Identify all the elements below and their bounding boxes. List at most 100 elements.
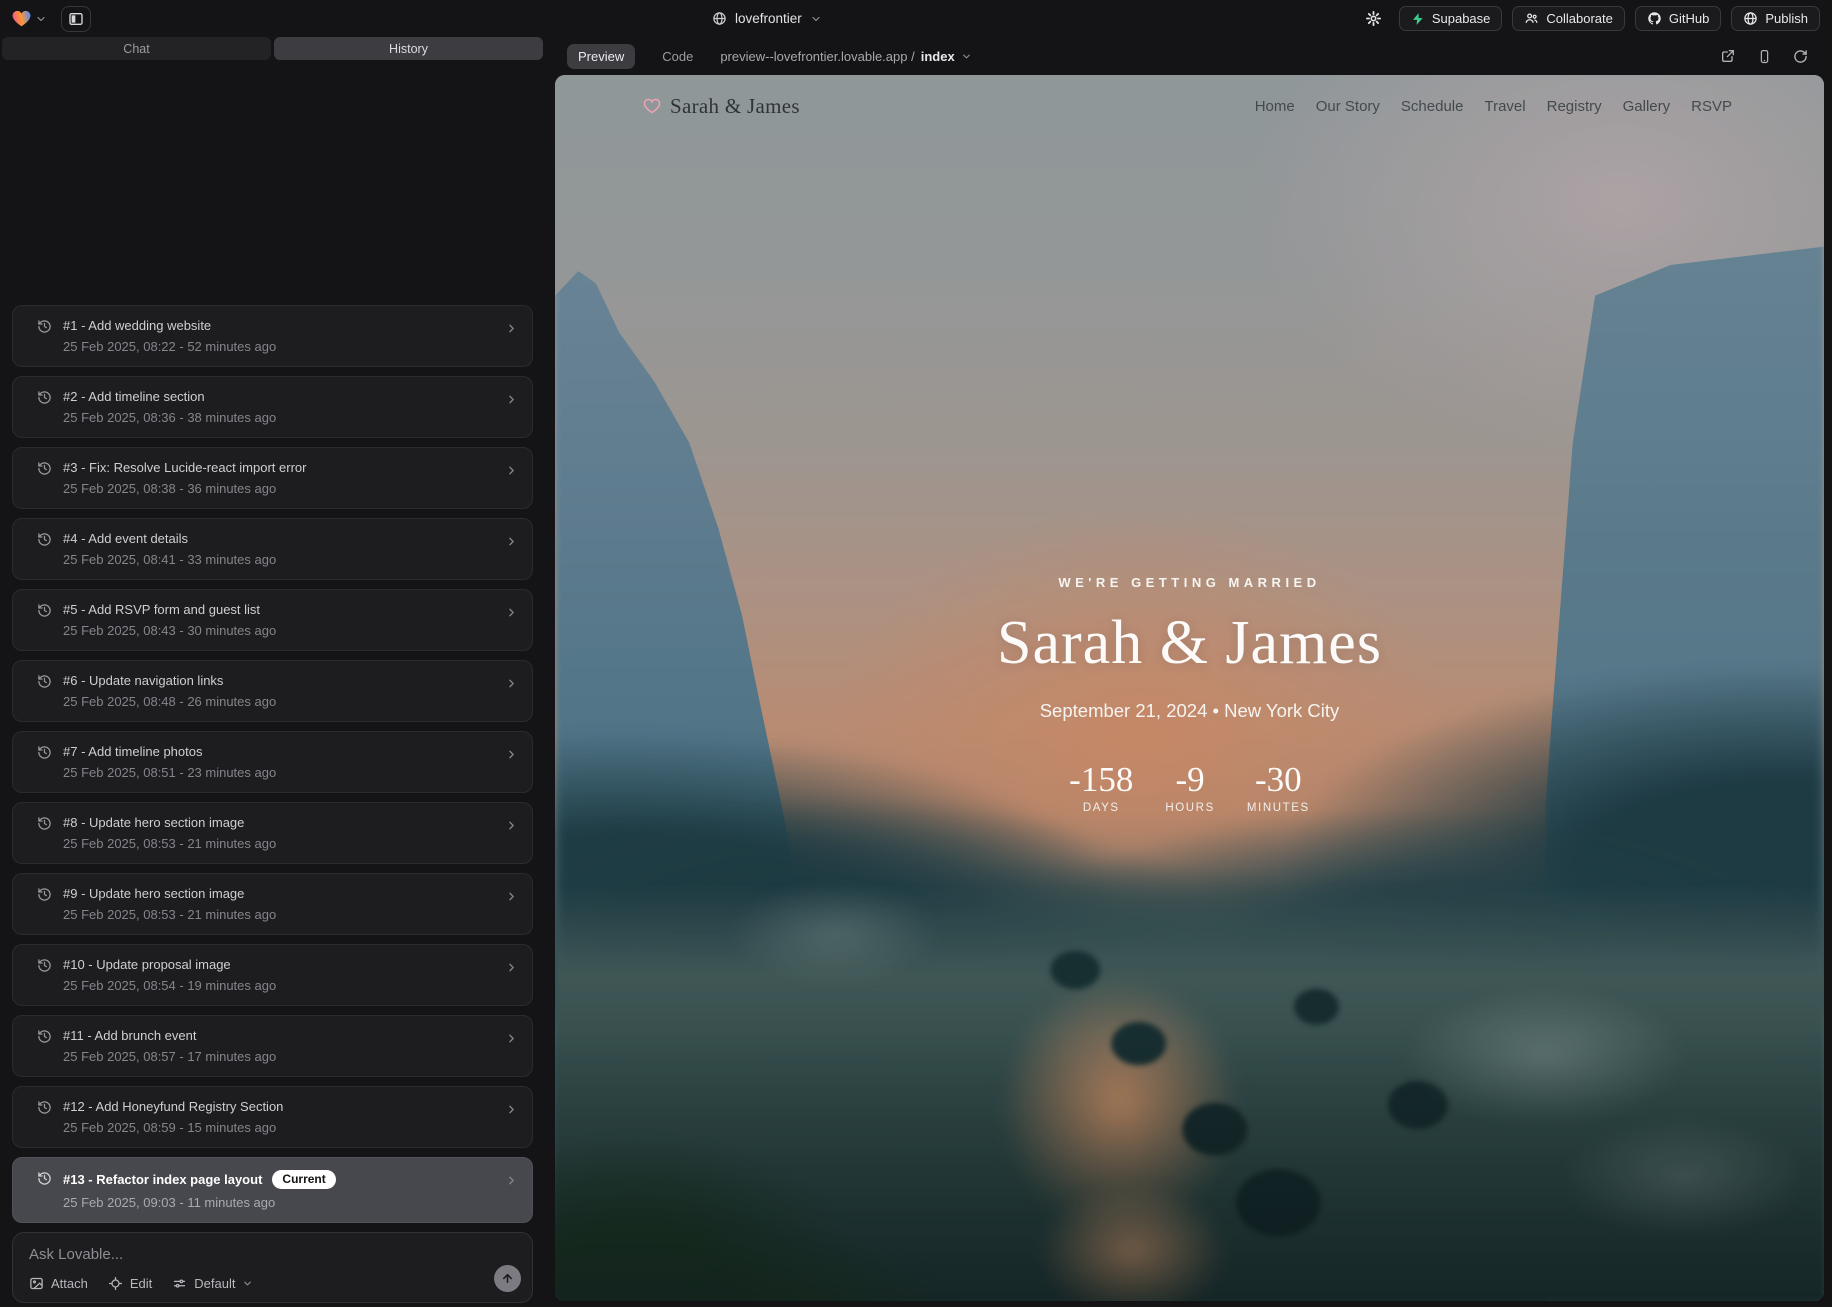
arrow-up-icon	[501, 1272, 514, 1285]
history-item[interactable]: #5 - Add RSVP form and guest list 25 Feb…	[12, 589, 533, 651]
history-item-body: #13 - Refactor index page layout Current…	[63, 1170, 336, 1210]
open-external-button[interactable]	[1720, 48, 1736, 64]
history-item[interactable]: #10 - Update proposal image 25 Feb 2025,…	[12, 944, 533, 1006]
history-item-timestamp: 25 Feb 2025, 08:53 - 21 minutes ago	[63, 907, 276, 922]
gear-icon	[1365, 10, 1382, 27]
prompt-composer[interactable]: Attach Edit Default	[12, 1232, 533, 1303]
sidebar-toggle-button[interactable]	[61, 6, 91, 32]
history-item-body: #6 - Update navigation links 25 Feb 2025…	[63, 673, 276, 709]
site-nav-link[interactable]: Home	[1255, 98, 1295, 115]
history-item-title: #10 - Update proposal image	[63, 957, 231, 972]
countdown-item: -158 DAYS	[1069, 762, 1133, 814]
history-item[interactable]: #7 - Add timeline photos 25 Feb 2025, 08…	[12, 731, 533, 793]
countdown-item: -9 HOURS	[1165, 762, 1215, 814]
history-item-title: #5 - Add RSVP form and guest list	[63, 602, 260, 617]
site-nav-link[interactable]: RSVP	[1691, 98, 1732, 115]
history-restore-icon	[37, 958, 52, 993]
history-item[interactable]: #3 - Fix: Resolve Lucide-react import er…	[12, 447, 533, 509]
site-nav-link[interactable]: Gallery	[1623, 98, 1671, 115]
history-restore-icon	[37, 319, 52, 354]
publish-button[interactable]: Publish	[1731, 6, 1820, 31]
prompt-input[interactable]	[29, 1246, 516, 1263]
history-item-body: #3 - Fix: Resolve Lucide-react import er…	[63, 460, 306, 496]
countdown-label: HOURS	[1165, 802, 1215, 814]
history-item-body: #2 - Add timeline section 25 Feb 2025, 0…	[63, 389, 276, 425]
lovable-logo-menu[interactable]	[12, 10, 47, 27]
history-item[interactable]: #11 - Add brunch event 25 Feb 2025, 08:5…	[12, 1015, 533, 1077]
history-item-timestamp: 25 Feb 2025, 09:03 - 11 minutes ago	[63, 1195, 336, 1210]
chevron-right-icon	[505, 393, 518, 406]
countdown-label: DAYS	[1069, 802, 1133, 814]
tab-preview[interactable]: Preview	[567, 44, 635, 69]
countdown: -158 DAYS -9 HOURS -30 MINUTES	[555, 762, 1824, 814]
attach-button[interactable]: Attach	[29, 1276, 88, 1291]
github-icon	[1647, 11, 1662, 26]
history-restore-icon	[37, 887, 52, 922]
preview-url: preview--lovefrontier.lovable.app /	[720, 49, 914, 64]
people-icon	[1524, 11, 1539, 26]
edit-button[interactable]: Edit	[108, 1276, 152, 1291]
history-restore-icon	[37, 1029, 52, 1064]
history-item[interactable]: #6 - Update navigation links 25 Feb 2025…	[12, 660, 533, 722]
sidebar-panel-icon	[68, 11, 84, 27]
collaborate-button[interactable]: Collaborate	[1512, 6, 1625, 31]
preview-path: index	[921, 49, 955, 64]
history-item[interactable]: #12 - Add Honeyfund Registry Section 25 …	[12, 1086, 533, 1148]
sidebar-tabbar: Chat History	[0, 37, 545, 60]
countdown-value: -9	[1165, 762, 1215, 797]
site-nav-link[interactable]: Registry	[1547, 98, 1602, 115]
hero-title: Sarah & James	[555, 608, 1824, 679]
history-restore-icon	[37, 532, 52, 567]
preview-url-selector[interactable]: preview--lovefrontier.lovable.app / inde…	[720, 49, 971, 64]
settings-button[interactable]	[1359, 7, 1389, 31]
chat-history-sidebar: Chat History #1 - Add wedding website 25…	[0, 37, 545, 1307]
mobile-view-button[interactable]	[1757, 49, 1772, 64]
project-switcher[interactable]: lovefrontier	[712, 0, 822, 37]
history-item[interactable]: #1 - Add wedding website 25 Feb 2025, 08…	[12, 305, 533, 367]
mode-select-button[interactable]: Default	[172, 1276, 253, 1291]
chevron-right-icon	[505, 748, 518, 761]
history-item-title: #3 - Fix: Resolve Lucide-react import er…	[63, 460, 306, 475]
tab-code[interactable]: Code	[651, 44, 704, 69]
history-item[interactable]: #8 - Update hero section image 25 Feb 20…	[12, 802, 533, 864]
tab-chat[interactable]: Chat	[2, 37, 271, 60]
site-header: Sarah & James Home Our Story Schedule Tr…	[555, 75, 1824, 127]
history-item-timestamp: 25 Feb 2025, 08:53 - 21 minutes ago	[63, 836, 276, 851]
preview-iframe[interactable]: Sarah & James Home Our Story Schedule Tr…	[555, 75, 1824, 1301]
chevron-right-icon	[505, 464, 518, 477]
refresh-button[interactable]	[1793, 49, 1808, 64]
history-item[interactable]: #13 - Refactor index page layout Current…	[12, 1157, 533, 1223]
history-item-title: #12 - Add Honeyfund Registry Section	[63, 1099, 283, 1114]
chevron-right-icon	[505, 1103, 518, 1116]
history-item-title: #9 - Update hero section image	[63, 886, 244, 901]
history-item-body: #8 - Update hero section image 25 Feb 20…	[63, 815, 276, 851]
site-nav-link[interactable]: Schedule	[1401, 98, 1464, 115]
site-logo-text: Sarah & James	[670, 94, 800, 119]
site-nav-link[interactable]: Travel	[1484, 98, 1525, 115]
app-topbar: lovefrontier Supabase Collaborate	[0, 0, 1832, 37]
external-link-icon	[1720, 48, 1736, 64]
chevron-down-icon	[35, 13, 47, 25]
send-button[interactable]	[494, 1265, 521, 1292]
github-button[interactable]: GitHub	[1635, 6, 1721, 31]
history-item-timestamp: 25 Feb 2025, 08:41 - 33 minutes ago	[63, 552, 276, 567]
chevron-right-icon	[505, 1174, 518, 1187]
history-item[interactable]: #2 - Add timeline section 25 Feb 2025, 0…	[12, 376, 533, 438]
chevron-right-icon	[505, 890, 518, 903]
image-attach-icon	[29, 1276, 44, 1291]
history-item[interactable]: #4 - Add event details 25 Feb 2025, 08:4…	[12, 518, 533, 580]
history-item-body: #10 - Update proposal image 25 Feb 2025,…	[63, 957, 276, 993]
hero-content: WE'RE GETTING MARRIED Sarah & James Sept…	[555, 575, 1824, 814]
site-nav: Home Our Story Schedule Travel Registry …	[1255, 98, 1732, 115]
chevron-right-icon	[505, 677, 518, 690]
site-logo[interactable]: Sarah & James	[643, 94, 800, 119]
tab-history[interactable]: History	[274, 37, 543, 60]
history-item-timestamp: 25 Feb 2025, 08:54 - 19 minutes ago	[63, 978, 276, 993]
globe-icon	[712, 11, 727, 26]
site-nav-link[interactable]: Our Story	[1316, 98, 1380, 115]
history-restore-icon	[37, 390, 52, 425]
supabase-button[interactable]: Supabase	[1399, 6, 1503, 31]
history-item-body: #1 - Add wedding website 25 Feb 2025, 08…	[63, 318, 276, 354]
history-item[interactable]: #9 - Update hero section image 25 Feb 20…	[12, 873, 533, 935]
history-item-body: #11 - Add brunch event 25 Feb 2025, 08:5…	[63, 1028, 276, 1064]
